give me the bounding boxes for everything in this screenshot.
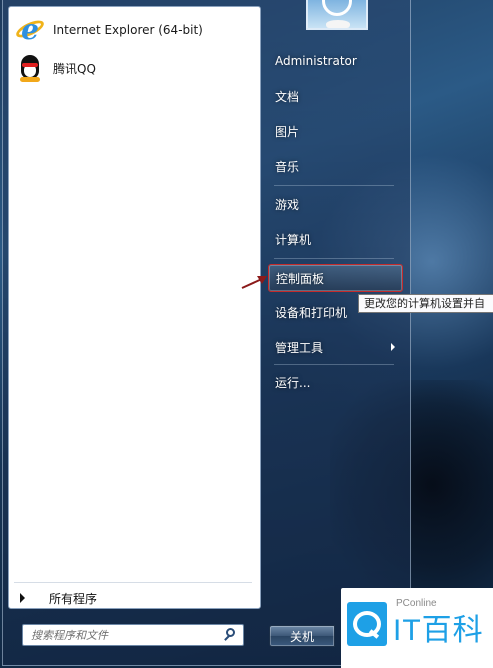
- right-item-label: 计算机: [275, 232, 312, 247]
- programs-divider: [14, 582, 252, 583]
- program-label: Internet Explorer (64-bit): [53, 23, 203, 37]
- right-item-label: 管理工具: [275, 340, 324, 355]
- start-menu-programs-pane: e Internet Explorer (64-bit) 腾讯QQ: [8, 6, 261, 609]
- right-item-games[interactable]: 游戏: [268, 190, 403, 218]
- annotation-arrow-icon: [241, 276, 267, 289]
- right-item-documents[interactable]: 文档: [268, 82, 403, 110]
- right-item-label: Administrator: [275, 54, 357, 68]
- right-item-control-panel[interactable]: 控制面板: [268, 264, 403, 292]
- right-item-label: 控制面板: [276, 271, 325, 286]
- right-item-computer[interactable]: 计算机: [268, 225, 403, 253]
- search-box: [22, 624, 244, 646]
- right-pane-separator: [274, 258, 394, 259]
- all-programs-button[interactable]: 所有程序: [16, 588, 252, 608]
- right-item-music[interactable]: 音乐: [268, 152, 403, 180]
- tooltip: 更改您的计算机设置并自: [358, 294, 493, 313]
- qq-penguin-icon: [15, 53, 45, 83]
- watermark-small-text: PConline: [396, 598, 437, 609]
- internet-explorer-icon: e: [13, 15, 47, 45]
- expand-triangle-icon: [20, 593, 25, 603]
- right-item-label: 图片: [275, 124, 300, 139]
- watermark-big-text: IT百科: [393, 614, 484, 647]
- right-item-label: 设备和打印机: [275, 305, 348, 320]
- right-item-label: 运行...: [275, 375, 311, 390]
- right-item-administrative-tools[interactable]: 管理工具: [268, 333, 403, 361]
- program-internet-explorer[interactable]: e Internet Explorer (64-bit): [13, 13, 255, 47]
- shutdown-label: 关机: [289, 629, 314, 644]
- search-input[interactable]: [31, 626, 222, 644]
- right-pane-separator: [274, 364, 394, 365]
- all-programs-label: 所有程序: [49, 591, 98, 606]
- submenu-arrow-icon: [391, 343, 395, 351]
- pconline-watermark: PConline IT百科: [341, 588, 493, 668]
- shutdown-button[interactable]: 关机: [269, 625, 335, 647]
- right-pane-separator: [274, 185, 394, 186]
- search-icon[interactable]: [222, 626, 240, 644]
- right-item-label: 文档: [275, 89, 300, 104]
- program-label: 腾讯QQ: [53, 61, 96, 76]
- right-item-pictures[interactable]: 图片: [268, 117, 403, 145]
- right-item-administrator[interactable]: Administrator: [268, 47, 403, 75]
- tooltip-text: 更改您的计算机设置并自: [364, 297, 485, 310]
- right-item-label: 音乐: [275, 159, 300, 174]
- program-qq[interactable]: 腾讯QQ: [15, 51, 255, 85]
- pconline-logo-icon: [347, 602, 387, 646]
- right-item-run[interactable]: 运行...: [268, 368, 403, 396]
- user-account-picture[interactable]: [306, 0, 368, 30]
- right-item-label: 游戏: [275, 197, 300, 212]
